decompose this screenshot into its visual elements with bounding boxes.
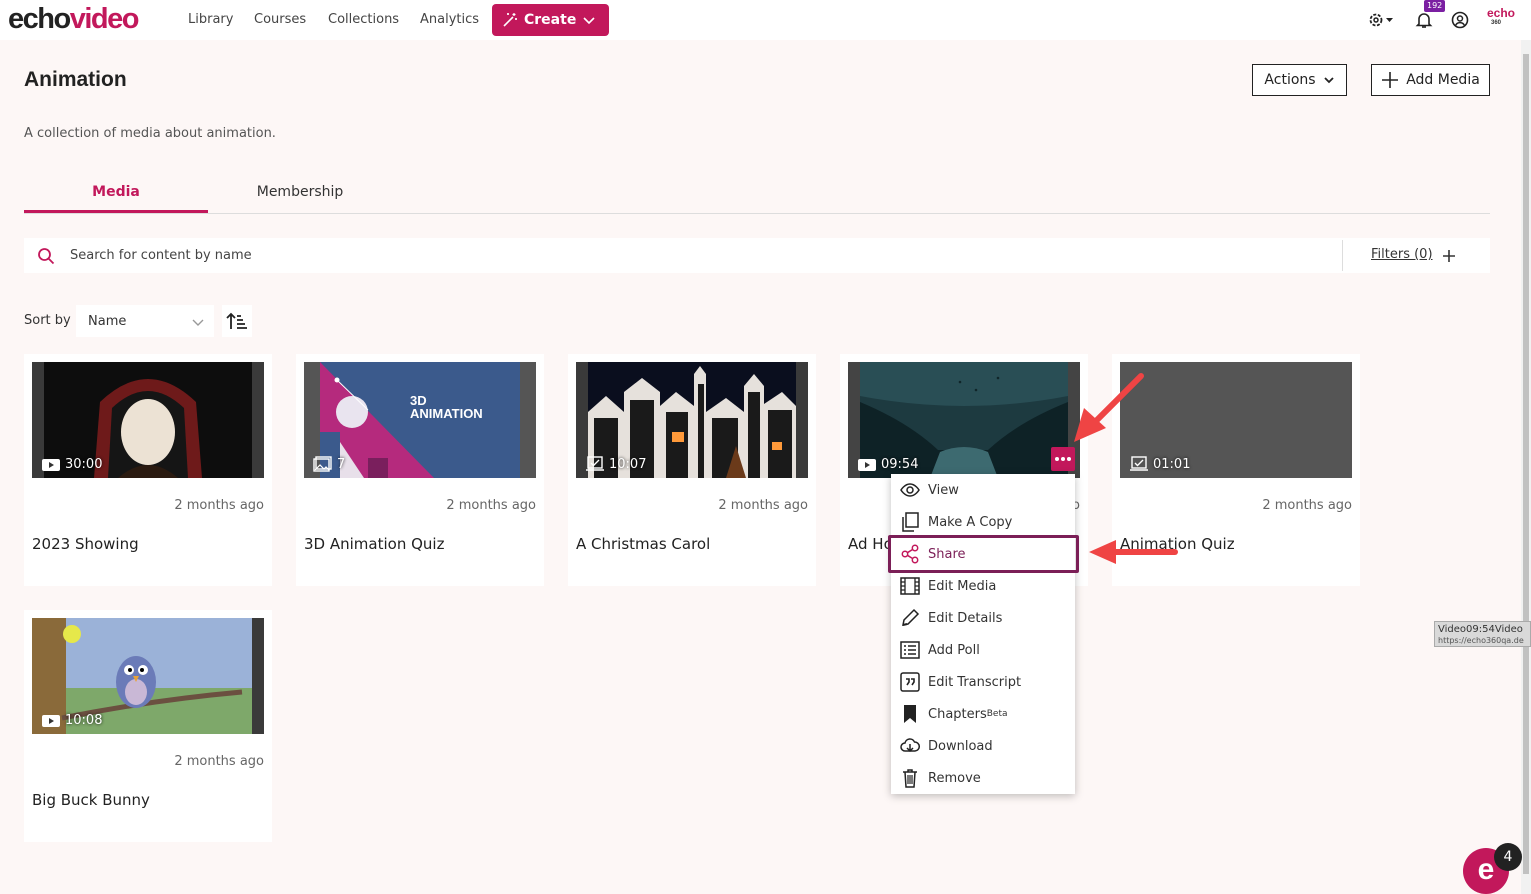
- arrow-to-more-button: [1074, 373, 1144, 442]
- arrow-to-share: [1089, 540, 1178, 564]
- annotation-arrows: [1074, 373, 1178, 564]
- help-badge: 4: [1494, 843, 1522, 871]
- hover-tooltip: Video09:54Video https://echo360qa.de: [1434, 621, 1531, 647]
